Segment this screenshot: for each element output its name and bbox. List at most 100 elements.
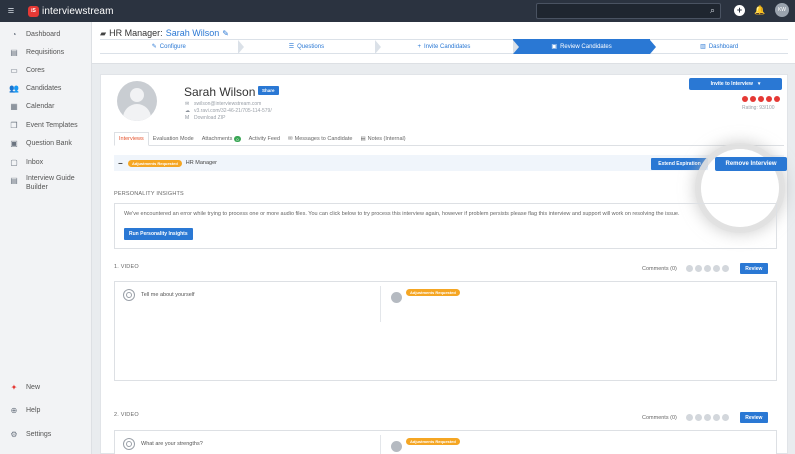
- comments-count[interactable]: Comments (0): [642, 266, 677, 272]
- tab-evaluation-mode[interactable]: Evaluation Mode: [149, 132, 198, 146]
- monitor-icon: ▣: [551, 44, 558, 50]
- candidate-email: ✉ swilson@interviewstream.com: [185, 101, 261, 107]
- attachments-count-badge: 0: [234, 136, 241, 142]
- avatar[interactable]: KW: [775, 3, 789, 17]
- sidebar-item-dashboard[interactable]: ◔ Dashboard: [0, 25, 92, 43]
- sidebar-item-label: Question Bank: [26, 139, 72, 147]
- inbox-icon: ▢: [10, 157, 18, 167]
- remove-interview-button[interactable]: Remove Interview: [715, 157, 787, 171]
- tab-notes-internal[interactable]: ▤ Notes (Internal): [356, 132, 409, 146]
- step-label: Invite Candidates: [424, 43, 471, 50]
- review-button[interactable]: Review: [739, 263, 768, 274]
- personality-insights-title: PERSONALITY INSIGHTS: [114, 191, 184, 197]
- search-input[interactable]: ⌕: [536, 3, 721, 19]
- tab-label: Attachments: [201, 136, 233, 142]
- sidebar-item-label: Settings: [26, 430, 52, 438]
- candidate-name-link[interactable]: Sarah Wilson: [166, 28, 220, 38]
- speedometer-icon: ◔: [11, 29, 17, 39]
- share-button[interactable]: Share: [258, 86, 279, 95]
- plus-icon: +: [417, 43, 422, 50]
- collapse-icon[interactable]: −: [118, 159, 124, 168]
- sidebar-item-cores[interactable]: ▭ Cores: [0, 61, 92, 79]
- candidate-card: Sarah Wilson Share ✉ swilson@interviewstr…: [100, 74, 788, 454]
- main-content: ▰ HR Manager: Sarah Wilson ✎ ✎ Configure …: [92, 22, 795, 454]
- sidebar-item-label: Requisitions: [26, 48, 65, 56]
- sidebar-item-requisitions[interactable]: ▤ Requisitions: [0, 43, 92, 61]
- tab-activity-feed[interactable]: Activity Feed: [245, 132, 284, 146]
- invite-label: Invite to Interview: [710, 81, 753, 87]
- rating-dot: [750, 96, 756, 102]
- download-zip-link[interactable]: M Download ZIP: [185, 115, 225, 121]
- sidebar-item-calendar[interactable]: ▦ Calendar: [0, 97, 92, 115]
- brand-logo[interactable]: iS interviewstream: [28, 5, 114, 17]
- run-personality-insights-button[interactable]: Run Personality Insights: [124, 228, 193, 240]
- candidate-tabs: Interviews Evaluation Mode Attachments 0 …: [114, 132, 784, 146]
- personality-error-message: We've encountered an error while trying …: [124, 211, 680, 217]
- step-label: Review Candidates: [560, 43, 612, 50]
- question-response: Adjustments Requested: [391, 289, 460, 303]
- review-button[interactable]: Review: [739, 412, 768, 423]
- sidebar-item-help[interactable]: ⊕ Help: [0, 401, 92, 419]
- tab-interviews[interactable]: Interviews: [114, 132, 149, 146]
- step-review-candidates[interactable]: ▣ Review Candidates: [512, 39, 656, 54]
- step-configure[interactable]: ✎ Configure: [100, 39, 244, 54]
- divider: [380, 286, 381, 322]
- sidebar-item-inbox[interactable]: ▢ Inbox: [0, 153, 92, 171]
- download-icon: M: [185, 115, 190, 121]
- plus-icon[interactable]: +: [734, 4, 745, 16]
- avatar: [117, 81, 157, 121]
- question-text: Tell me about yourself: [141, 292, 195, 298]
- top-bar: ≡ iS interviewstream ⌕ + 🔔 KW: [0, 0, 795, 22]
- bell-icon[interactable]: 🔔: [753, 3, 767, 17]
- sidebar-item-candidates[interactable]: 👥 Candidates: [0, 79, 92, 97]
- bank-icon: ▣: [10, 138, 18, 148]
- rating-input[interactable]: [685, 414, 729, 421]
- template-icon: ❐: [10, 120, 18, 130]
- sidebar-item-label: Inbox: [26, 158, 44, 166]
- sidebar-item-label: Interview Guide Builder: [26, 175, 75, 191]
- tab-messages-to-candidate[interactable]: ✉ Messages to Candidate: [284, 132, 356, 146]
- avatar: [391, 292, 402, 303]
- status-badge: Adjustments Requested: [128, 159, 182, 167]
- question-actions: Comments (0) Review: [642, 412, 768, 423]
- hamburger-icon[interactable]: ≡: [0, 0, 22, 22]
- sidebar-item-question-bank[interactable]: ▣ Question Bank: [0, 134, 92, 152]
- step-invite-candidates[interactable]: + Invite Candidates: [375, 39, 519, 54]
- step-questions[interactable]: ☰ Questions: [237, 39, 381, 54]
- comments-count[interactable]: Comments (0): [642, 415, 677, 421]
- search-icon[interactable]: ⌕: [710, 5, 715, 16]
- sidebar: ◔ Dashboard ▤ Requisitions ▭ Cores 👥 Candida…: [0, 22, 92, 454]
- step-dashboard[interactable]: ▥ Dashboard: [650, 39, 788, 54]
- tab-label: Notes (Internal): [367, 136, 406, 142]
- question-prompt: What are your strengths?: [123, 438, 203, 450]
- question-box: Tell me about yourself Adjustments Reque…: [114, 281, 777, 381]
- sidebar-item-label: Calendar: [26, 102, 55, 110]
- rating-text: Rating: 93/100: [742, 105, 775, 111]
- tab-attachments[interactable]: Attachments 0: [198, 132, 245, 146]
- sidebar-item-settings[interactable]: ⚙ Settings: [0, 425, 92, 443]
- rating-input[interactable]: [685, 265, 729, 272]
- sidebar-item-label: Candidates: [26, 84, 62, 92]
- sidebar-item-interview-guide-builder[interactable]: ▤ Interview Guide Builder: [0, 174, 92, 196]
- chart-icon: ▥: [700, 44, 706, 50]
- sidebar-item-event-templates[interactable]: ❐ Event Templates: [0, 116, 92, 134]
- sidebar-item-new[interactable]: ✦ New: [0, 378, 92, 396]
- question-icon: [123, 289, 135, 301]
- workflow-steps: ✎ Configure ☰ Questions + Invite Candidates…: [100, 39, 788, 54]
- invite-to-interview-button[interactable]: Invite to Interview ▾: [689, 78, 782, 90]
- note-icon: ▤: [360, 136, 366, 142]
- avatar: [391, 441, 402, 452]
- question-response: Adjustments Requested: [391, 438, 460, 452]
- sidebar-item-label: Dashboard: [26, 30, 61, 38]
- rating-dot: [742, 96, 748, 102]
- brand-badge: iS: [28, 5, 39, 17]
- page-header: ▰ HR Manager: Sarah Wilson ✎ ✎ Configure …: [92, 22, 795, 64]
- candidate-link[interactable]: ☁ v3.ravi.com/32-46-21/705-114-579/: [185, 108, 272, 114]
- question-icon: [123, 438, 135, 450]
- pencil-icon[interactable]: ✎: [222, 29, 229, 38]
- extend-expiration-button[interactable]: Extend Expiration: [651, 158, 708, 170]
- status-badge: Adjustments Requested: [406, 289, 460, 296]
- candidate-name: Sarah Wilson: [184, 85, 256, 99]
- tab-label: Evaluation Mode: [152, 136, 194, 142]
- question-title: 1. VIDEO: [114, 264, 139, 270]
